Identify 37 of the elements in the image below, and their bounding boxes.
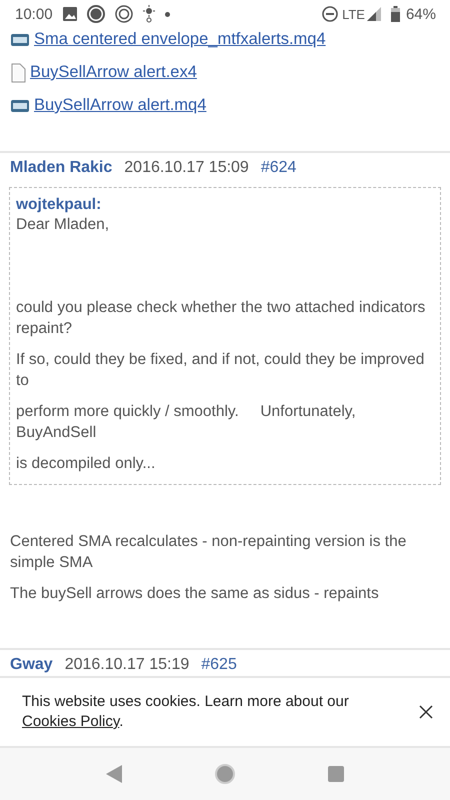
network-label: LTE	[342, 6, 365, 22]
quote-text: Dear Mladen,	[16, 215, 110, 235]
cookie-notice: This website uses cookies. Learn more about our Cookies Policy.	[22, 692, 350, 732]
do-not-disturb-icon	[322, 6, 338, 22]
mq4-file-icon	[10, 31, 30, 48]
post-number[interactable]: #624	[260, 159, 296, 177]
file-icon	[10, 62, 26, 82]
post-author[interactable]: Gway	[10, 656, 53, 674]
quote-text: could you please check whether the two attached indicators repaint?	[16, 298, 426, 339]
post-date: 2016.10.17 15:09	[124, 159, 249, 177]
signal-icon	[366, 7, 381, 21]
sun-icon	[142, 5, 155, 23]
back-button[interactable]	[106, 765, 122, 783]
home-button[interactable]	[214, 764, 235, 784]
mq4-file-icon	[10, 97, 30, 114]
post-text: Centered SMA recalculates - non-repainting version is the simple SMA	[10, 532, 408, 573]
post-author[interactable]: Mladen Rakic	[10, 159, 112, 177]
post-text: The buySell arrows does the same as sidus - repaints	[10, 584, 380, 604]
cookies-policy-link[interactable]: Cookies Policy	[22, 713, 120, 730]
quote-text: perform more quickly / smoothly. Unfortunately, BuyAndSell	[16, 402, 357, 443]
battery-level: 64%	[406, 6, 436, 22]
recents-button[interactable]	[328, 766, 344, 782]
quote-text: is decompiled only...	[16, 454, 156, 474]
post-number[interactable]: #625	[201, 656, 237, 674]
clock: 10:00	[15, 6, 53, 22]
post-date: 2016.10.17 15:19	[64, 656, 190, 674]
dot-icon	[164, 12, 170, 16]
battery-icon	[390, 6, 400, 22]
quote-text: If so, could they be fixed, and if not, could they be improved to	[16, 350, 426, 391]
attachment-link[interactable]: Sma centered envelope_mtfxalerts.mq4	[34, 30, 326, 49]
close-button[interactable]	[418, 704, 434, 720]
attachment-link[interactable]: BuySellArrow alert.mq4	[34, 96, 206, 115]
ring-icon	[114, 5, 133, 23]
attachment-link[interactable]: BuySellArrow alert.ex4	[30, 63, 197, 82]
circle-icon	[86, 5, 105, 23]
quote-author: wojtekpaul:	[16, 196, 102, 214]
image-icon	[62, 7, 77, 21]
